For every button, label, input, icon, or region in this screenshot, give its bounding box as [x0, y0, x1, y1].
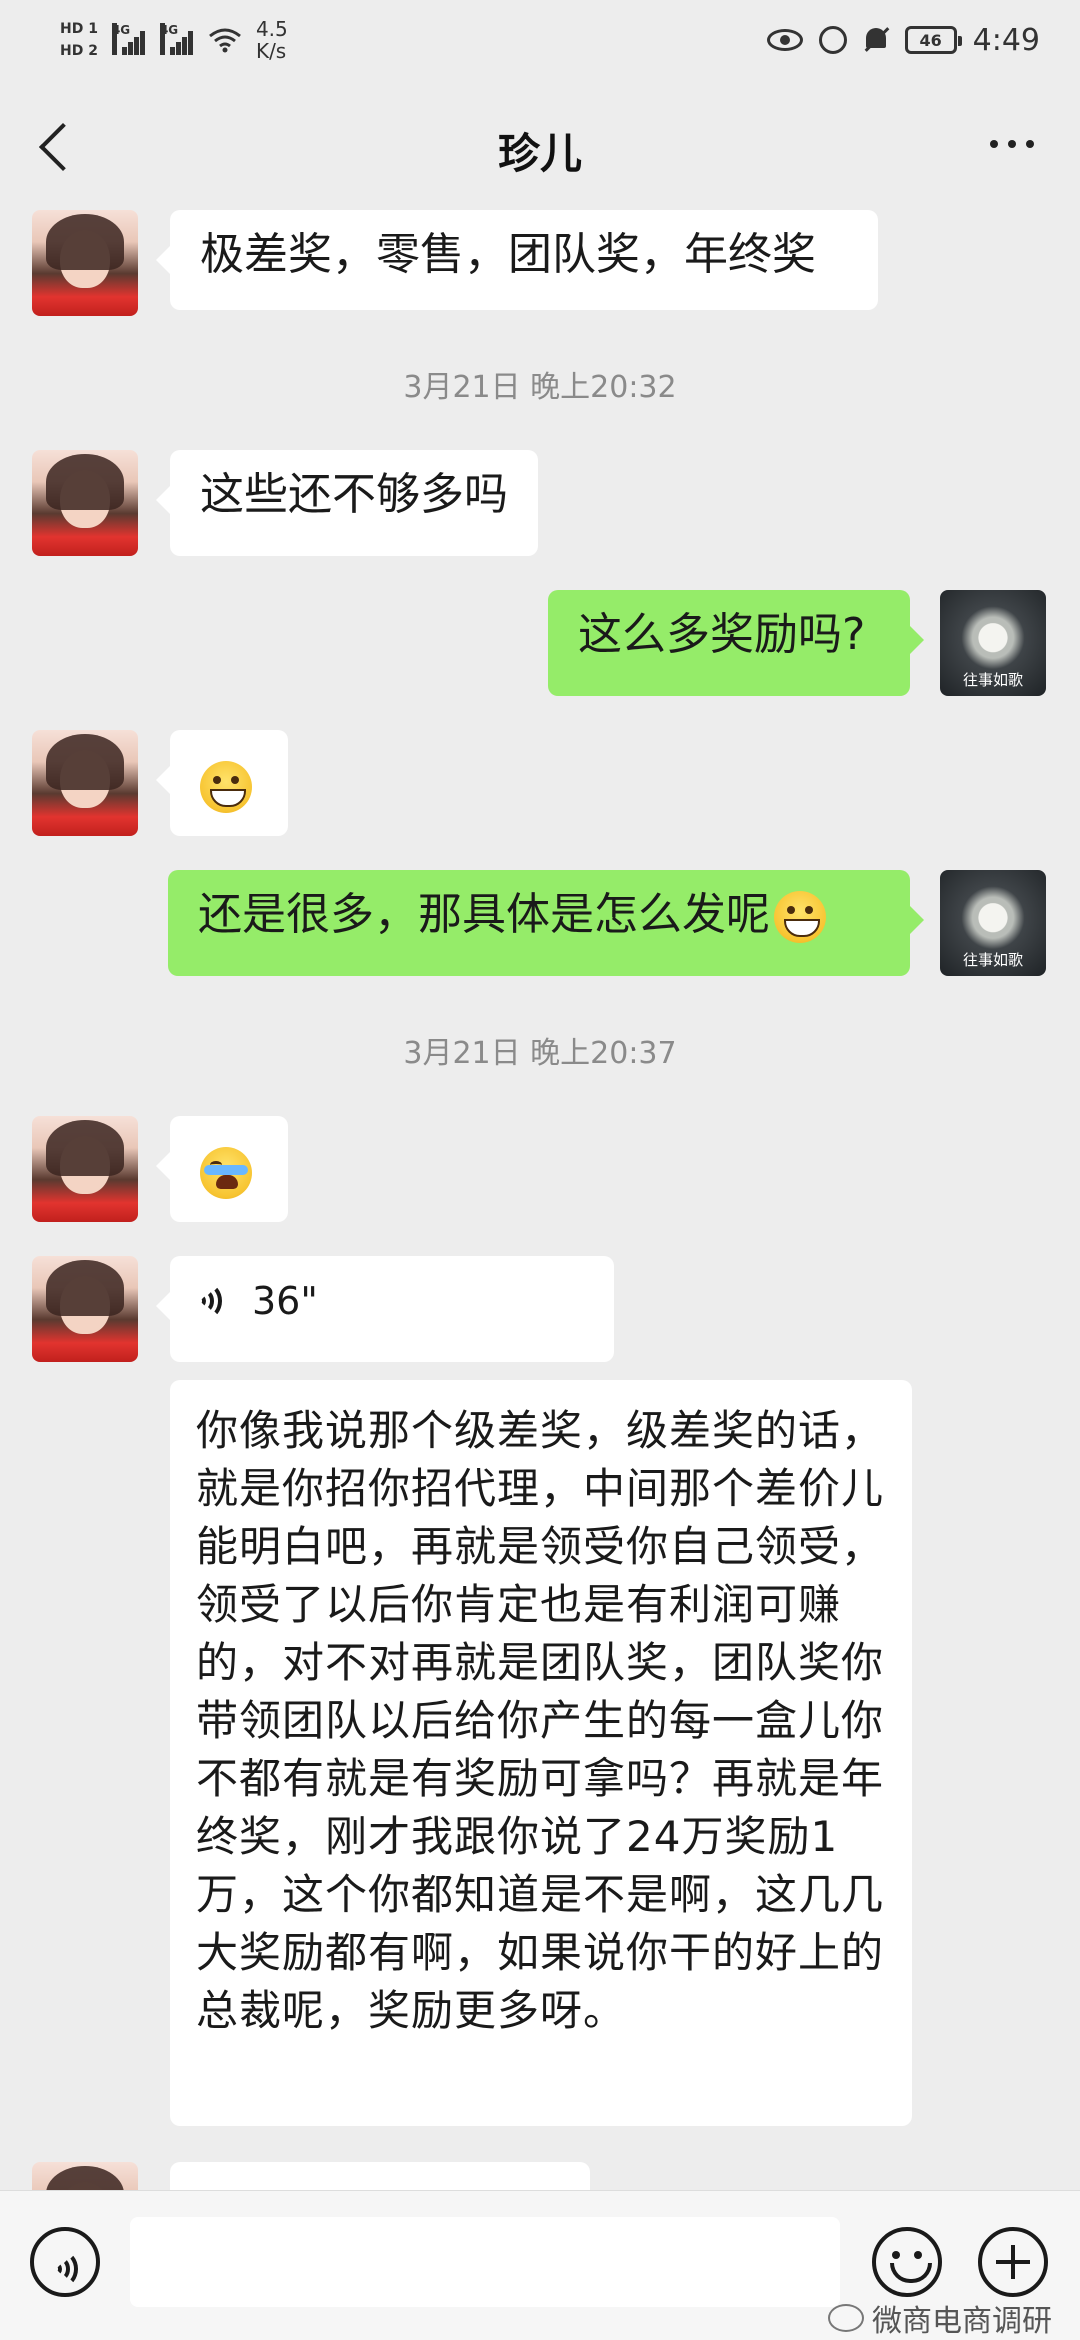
watermark-text: 微商电商调研 — [872, 2304, 1052, 2339]
voice-message-bubble[interactable]: 36" — [156, 1256, 614, 1362]
alarm-icon — [818, 26, 847, 54]
message-bubble-sent[interactable]: 这么多奖励吗? — [548, 590, 924, 696]
message-bubble-received[interactable]: 极差奖，零售，团队奖，年终奖 — [156, 210, 878, 310]
hd-indicator: HD 1 HD 2 — [60, 20, 98, 60]
message-text: 你像我说那个级差奖，级差奖的话，就是你招你招代理，中间那个差价儿能明白吧，再就是… — [196, 1406, 885, 2035]
message-list[interactable]: 极差奖，零售，团队奖，年终奖 3月21日 晚上20:32 这些还不够多吗 往事如… — [0, 210, 1080, 2190]
wifi-icon — [208, 27, 242, 53]
contact-avatar[interactable] — [32, 730, 138, 836]
message-bubble-received[interactable] — [170, 2162, 590, 2190]
chat-title: 珍儿 — [497, 129, 582, 178]
clock: 4:49 — [972, 22, 1040, 58]
battery-level: 46 — [919, 30, 942, 50]
contact-avatar[interactable] — [32, 1256, 138, 1362]
my-avatar[interactable]: 往事如歌 — [940, 870, 1046, 976]
watermark: 微商电商调研 — [828, 2296, 1052, 2340]
status-bar: HD 1 HD 2 4G 4G 4.5 K/s 46 4:49 — [0, 0, 1080, 80]
avatar-caption: 往事如歌 — [962, 951, 1023, 969]
contact-avatar[interactable] — [32, 2162, 138, 2190]
message-text: 这些还不够多吗 — [200, 469, 508, 520]
message-bubble-sent[interactable]: 还是很多，那具体是怎么发呢 — [168, 870, 924, 976]
message-timestamp: 3月21日 晚上20:37 — [403, 1036, 677, 1071]
grinning-face-emoji — [774, 891, 826, 943]
message-text: 这么多奖励吗? — [578, 609, 866, 660]
message-text: 极差奖，零售，团队奖，年终奖 — [200, 229, 816, 280]
grinning-face-emoji — [200, 761, 252, 813]
message-text: 还是很多，那具体是怎么发呢 — [198, 889, 770, 940]
voice-wave-icon — [200, 1281, 234, 1321]
message-timestamp: 3月21日 晚上20:32 — [403, 370, 677, 405]
network-speed: 4.5 K/s — [255, 17, 288, 63]
dot-icon — [1026, 140, 1034, 148]
message-bubble-received[interactable] — [156, 1116, 288, 1222]
contact-avatar[interactable] — [32, 450, 138, 556]
message-input[interactable] — [130, 2217, 840, 2307]
dot-icon — [1008, 140, 1016, 148]
voice-duration: 36" — [252, 1279, 318, 1323]
message-bubble-received[interactable]: 这些还不够多吗 — [156, 450, 538, 556]
more-options-button[interactable] — [990, 140, 1034, 148]
hd2-label: HD 2 — [60, 43, 98, 59]
mute-bell-icon — [863, 26, 889, 54]
battery-icon: 46 — [904, 26, 962, 54]
more-actions-button[interactable] — [978, 2227, 1048, 2297]
contact-avatar[interactable] — [32, 1116, 138, 1222]
voice-transcript-bubble[interactable]: 你像我说那个级差奖，级差奖的话，就是你招你招代理，中间那个差价儿能明白吧，再就是… — [170, 1380, 912, 2126]
signal-icon-2: 4G — [159, 23, 194, 55]
message-bubble-received[interactable] — [156, 730, 288, 836]
avatar-caption: 往事如歌 — [962, 671, 1023, 689]
hd1-label: HD 1 — [60, 21, 98, 37]
crying-laughing-emoji — [200, 1147, 252, 1199]
dot-icon — [990, 140, 998, 148]
signal-icon: 4G — [111, 23, 146, 55]
eye-icon — [766, 29, 803, 51]
voice-input-button[interactable] — [30, 2227, 100, 2297]
chat-header: 珍儿 — [0, 80, 1080, 210]
wechat-logo-icon — [828, 2304, 864, 2332]
my-avatar[interactable]: 往事如歌 — [940, 590, 1046, 696]
contact-avatar[interactable] — [32, 210, 138, 316]
net2-label: 4G — [159, 23, 178, 55]
emoji-button[interactable] — [872, 2227, 942, 2297]
net1-label: 4G — [111, 23, 130, 55]
voice-wave-icon — [56, 2249, 90, 2289]
